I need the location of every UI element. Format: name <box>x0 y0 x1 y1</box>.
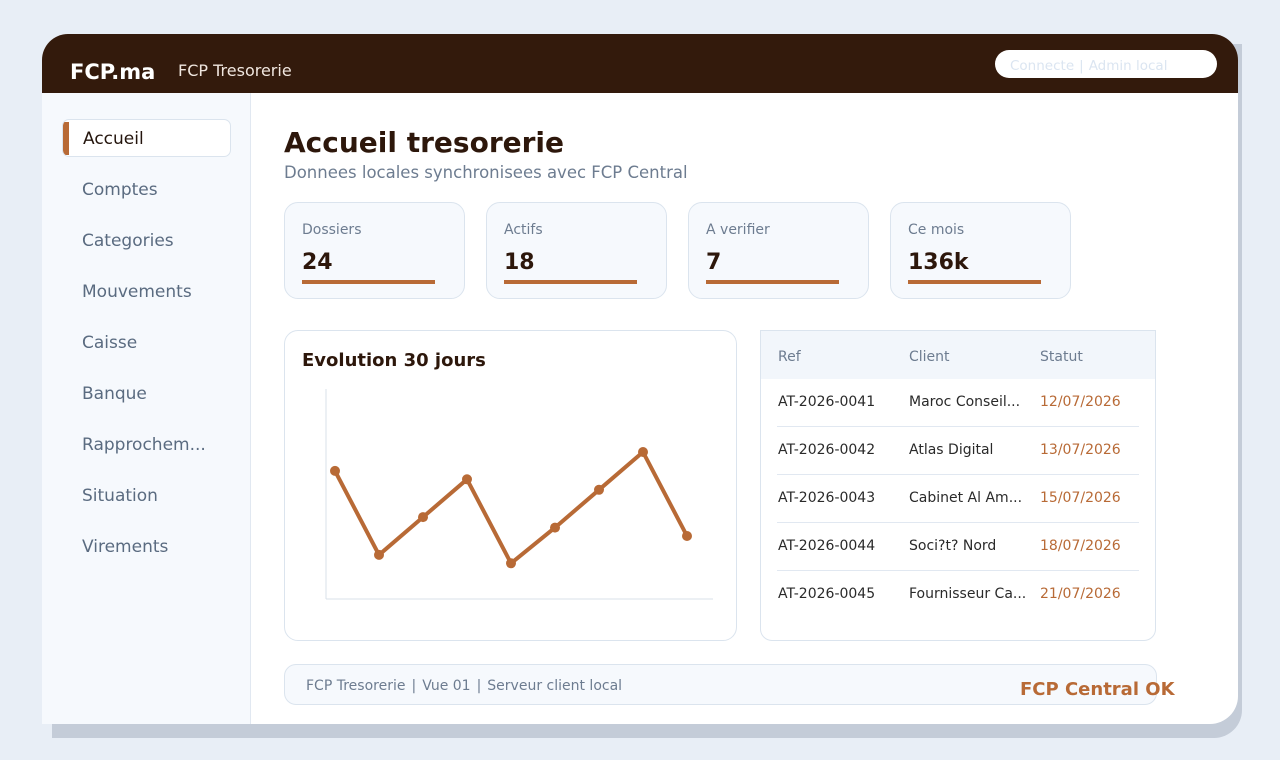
stat-value: 7 <box>706 250 722 275</box>
stat-label: Ce mois <box>908 222 965 238</box>
table-header: Ref Client Statut <box>761 331 1155 379</box>
data-point[interactable] <box>462 474 472 485</box>
user-role: Admin local <box>1088 58 1168 74</box>
data-table: Ref Client Statut AT-2026-0041 Maroc Con… <box>760 330 1156 641</box>
footer-text: FCP Tresorerie | Vue 01 | Serveur client loc… <box>306 678 622 694</box>
cell-client: Soci?t? Nord <box>909 538 997 554</box>
stat-accent-bar <box>302 280 435 284</box>
data-point[interactable] <box>594 484 604 495</box>
data-point[interactable] <box>330 465 340 476</box>
connection-status: Connecte <box>1010 58 1075 74</box>
column-header-ref[interactable]: Ref <box>778 349 801 365</box>
data-point[interactable] <box>374 549 384 560</box>
table-row[interactable]: AT-2026-0044 Soci?t? Nord 18/07/2026 <box>777 523 1139 571</box>
cell-date: 13/07/2026 <box>1040 442 1121 458</box>
footer-app: FCP Tresorerie <box>306 678 406 694</box>
column-header-statut[interactable]: Statut <box>1040 349 1083 365</box>
stat-card-ce-mois[interactable]: Ce mois 136k <box>890 202 1071 299</box>
cell-ref: AT-2026-0045 <box>778 586 876 602</box>
stat-label: Dossiers <box>302 222 362 238</box>
line-chart <box>325 389 713 600</box>
stat-card-a-verifier[interactable]: A verifier 7 <box>688 202 869 299</box>
data-point[interactable] <box>550 522 560 533</box>
footer-server: Serveur client local <box>487 678 623 694</box>
data-point[interactable] <box>638 447 648 457</box>
page-subtitle: Donnees locales synchronisees avec FCP C… <box>284 163 688 182</box>
data-point[interactable] <box>682 531 692 541</box>
stat-card-actifs[interactable]: Actifs 18 <box>486 202 667 299</box>
app-title: FCP Tresorerie <box>178 61 292 80</box>
footer-view: Vue 01 <box>422 678 471 694</box>
cell-ref: AT-2026-0043 <box>778 490 876 506</box>
sync-status: FCP Central OK <box>1020 679 1175 700</box>
sidebar-item-virements[interactable]: Virements <box>62 527 231 565</box>
stat-label: A verifier <box>706 222 770 238</box>
stat-value: 24 <box>302 250 333 275</box>
cell-client: Fournisseur Ca... <box>909 586 1027 602</box>
cell-client: Cabinet Al Am... <box>909 490 1023 506</box>
stat-label: Actifs <box>504 222 543 238</box>
series-line <box>333 450 689 566</box>
cell-client: Maroc Conseil... <box>909 394 1021 410</box>
stat-accent-bar <box>908 280 1041 284</box>
table-row[interactable]: AT-2026-0041 Maroc Conseil... 12/07/2026 <box>777 379 1139 427</box>
table-row[interactable]: AT-2026-0042 Atlas Digital 13/07/2026 <box>777 427 1139 475</box>
user-status-pill[interactable]: Connecte | Admin local <box>995 50 1217 78</box>
cell-ref: AT-2026-0042 <box>778 442 876 458</box>
sidebar-item-comptes[interactable]: Comptes <box>62 170 231 208</box>
stat-card-dossiers[interactable]: Dossiers 24 <box>284 202 465 299</box>
sidebar-item-situation[interactable]: Situation <box>62 476 231 514</box>
cell-date: 21/07/2026 <box>1040 586 1121 602</box>
chart-card: Evolution 30 jours <box>284 330 737 641</box>
top-bar: FCP.ma FCP Tresorerie Connecte | Admin loc… <box>42 34 1238 93</box>
cell-client: Atlas Digital <box>909 442 994 458</box>
stat-accent-bar <box>706 280 839 284</box>
cell-date: 18/07/2026 <box>1040 538 1121 554</box>
table-row[interactable]: AT-2026-0045 Fournisseur Ca... 21/07/202… <box>777 571 1139 619</box>
data-point[interactable] <box>506 558 516 569</box>
page-title: Accueil tresorerie <box>284 126 565 159</box>
sidebar-item-banque[interactable]: Banque <box>62 374 231 412</box>
sidebar-item-caisse[interactable]: Caisse <box>62 323 231 361</box>
separator: | <box>476 678 482 694</box>
separator: | <box>411 678 417 694</box>
table-row[interactable]: AT-2026-0043 Cabinet Al Am... 15/07/2026 <box>777 475 1139 523</box>
cell-date: 15/07/2026 <box>1040 490 1121 506</box>
separator: | <box>1079 58 1084 74</box>
cell-ref: AT-2026-0044 <box>778 538 876 554</box>
stat-value: 136k <box>908 250 969 275</box>
chart-title: Evolution 30 jours <box>302 350 486 371</box>
column-header-client[interactable]: Client <box>909 349 950 365</box>
data-point[interactable] <box>418 512 428 523</box>
stat-value: 18 <box>504 250 535 275</box>
stat-accent-bar <box>504 280 637 284</box>
cell-ref: AT-2026-0041 <box>778 394 876 410</box>
sidebar: Accueil Comptes Categories Mouvements Ca… <box>42 93 251 724</box>
cell-date: 12/07/2026 <box>1040 394 1121 410</box>
app-window: FCP.ma FCP Tresorerie Connecte | Admin loc… <box>42 34 1238 724</box>
sidebar-item-mouvements[interactable]: Mouvements <box>62 272 231 310</box>
sidebar-item-accueil[interactable]: Accueil <box>62 119 231 157</box>
brand-logo[interactable]: FCP.ma <box>70 60 155 84</box>
sidebar-item-categories[interactable]: Categories <box>62 221 231 259</box>
chart-marks <box>330 447 692 569</box>
sidebar-item-rapprochement[interactable]: Rapprochem... <box>62 425 231 463</box>
